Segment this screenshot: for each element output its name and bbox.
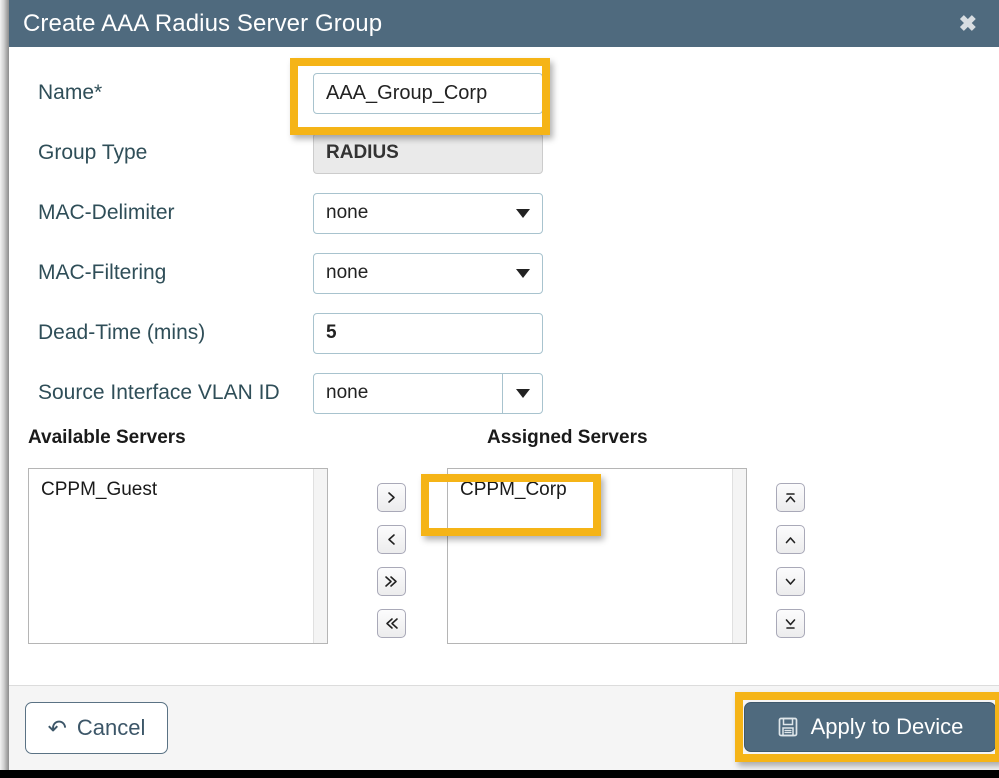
close-icon[interactable]: ✖ <box>955 11 981 37</box>
form-row-name: Name* AAA_Group_Corp <box>9 63 999 123</box>
source-interface-vlan-id-select[interactable]: none <box>313 372 543 414</box>
label-mac-delimiter: MAC-Delimiter <box>38 201 175 224</box>
list-item[interactable]: CPPM_Guest <box>41 477 327 503</box>
vlan-dropdown-toggle[interactable] <box>502 373 542 413</box>
transfer-button-column <box>377 483 406 638</box>
servers-headings: Available Servers Assigned Servers <box>28 427 999 457</box>
save-icon <box>777 716 799 738</box>
label-group-type: Group Type <box>38 141 148 164</box>
create-aaa-radius-server-group-dialog: Create AAA Radius Server Group ✖ Name* A… <box>9 0 999 770</box>
window-left-shadow <box>0 0 9 770</box>
move-down-button[interactable] <box>776 567 805 596</box>
form-row-mac-filtering: MAC-Filtering none <box>9 243 999 303</box>
move-to-bottom-button[interactable] <box>776 609 805 638</box>
label-source-interface-vlan-id: Source Interface VLAN ID <box>38 381 280 404</box>
form-row-mac-delimiter: MAC-Delimiter none <box>9 183 999 243</box>
form-row-group-type: Group Type RADIUS <box>9 123 999 183</box>
move-all-left-button[interactable] <box>377 609 406 638</box>
available-servers-heading: Available Servers <box>28 427 186 448</box>
dialog-footer: ↶ Cancel Apply to Device <box>9 685 999 770</box>
list-item[interactable]: CPPM_Corp <box>460 477 746 503</box>
chevron-down-icon <box>516 208 530 218</box>
chevron-down-icon <box>515 388 530 398</box>
available-servers-items: CPPM_Guest <box>29 469 327 503</box>
form-row-source-interface-vlan-id: Source Interface VLAN ID none <box>9 363 999 423</box>
mac-filtering-value: none <box>326 262 369 283</box>
label-mac-filtering: MAC-Filtering <box>38 261 167 284</box>
dead-time-input[interactable]: 5 <box>313 312 543 354</box>
move-up-button[interactable] <box>776 525 805 554</box>
apply-to-device-label: Apply to Device <box>810 714 964 739</box>
screenshot-root: Create AAA Radius Server Group ✖ Name* A… <box>0 0 999 778</box>
assigned-servers-scrollbar[interactable] <box>732 469 746 643</box>
cancel-button-label: Cancel <box>76 715 146 740</box>
chevron-down-icon <box>516 268 530 278</box>
dialog-titlebar: Create AAA Radius Server Group ✖ <box>9 0 999 47</box>
mac-delimiter-select[interactable]: none <box>313 192 543 234</box>
form-area: Name* AAA_Group_Corp Group Type RADIUS M… <box>9 47 999 423</box>
name-input[interactable]: AAA_Group_Corp <box>313 72 543 114</box>
dialog-body: Name* AAA_Group_Corp Group Type RADIUS M… <box>9 47 999 685</box>
move-to-top-button[interactable] <box>776 483 805 512</box>
source-interface-vlan-id-value: none <box>326 382 369 403</box>
order-button-column <box>776 483 805 638</box>
move-left-button[interactable] <box>377 525 406 554</box>
available-servers-listbox[interactable]: CPPM_Guest <box>28 468 328 644</box>
apply-to-device-button[interactable]: Apply to Device <box>744 702 996 752</box>
assigned-servers-heading: Assigned Servers <box>487 427 648 448</box>
group-type-value: RADIUS <box>313 132 543 174</box>
available-servers-scrollbar[interactable] <box>313 469 327 643</box>
servers-transfer-area: CPPM_Guest CPPM_Corp <box>28 468 999 648</box>
label-dead-time: Dead-Time (mins) <box>38 321 206 344</box>
move-right-button[interactable] <box>377 483 406 512</box>
assigned-servers-items: CPPM_Corp <box>448 469 746 503</box>
label-name: Name* <box>38 81 103 104</box>
mac-filtering-select[interactable]: none <box>313 252 543 294</box>
form-row-dead-time: Dead-Time (mins) 5 <box>9 303 999 363</box>
cancel-button[interactable]: ↶ Cancel <box>25 702 168 754</box>
undo-icon: ↶ <box>47 714 67 741</box>
dialog-title: Create AAA Radius Server Group <box>23 9 383 37</box>
mac-delimiter-value: none <box>326 202 369 223</box>
assigned-servers-listbox[interactable]: CPPM_Corp <box>447 468 747 644</box>
servers-section: Available Servers Assigned Servers CPPM_… <box>9 427 999 648</box>
move-all-right-button[interactable] <box>377 567 406 596</box>
